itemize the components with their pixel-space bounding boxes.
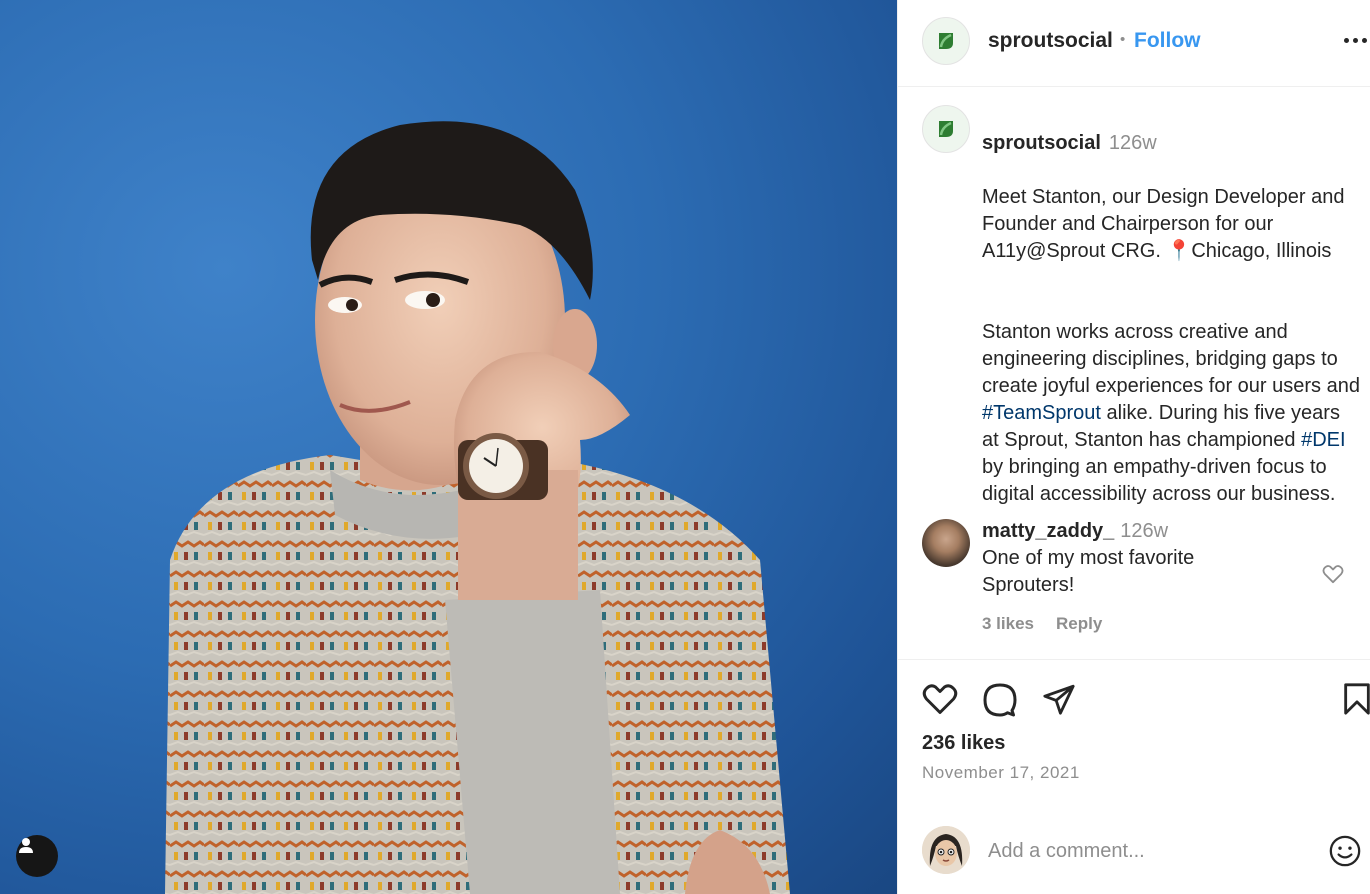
commenter-avatar[interactable] (922, 519, 970, 567)
user-tag-icon (19, 838, 33, 853)
tag-user-button[interactable] (16, 835, 58, 877)
comment-body: One of my most favorite Sprouters! (982, 547, 1195, 596)
paper-plane-icon[interactable] (1042, 682, 1076, 716)
post-side-panel: sproutsocial • Follow sproutsocial 126w M… (897, 0, 1370, 894)
sprout-leaf-icon (939, 121, 953, 137)
follow-button[interactable]: Follow (1134, 29, 1201, 53)
caption-paragraph-part3: by bringing an empathy-driven focus to d… (982, 456, 1336, 505)
caption-timestamp[interactable]: 126w (1109, 132, 1157, 154)
smiley-icon[interactable] (1328, 834, 1362, 868)
bookmark-icon[interactable] (1342, 682, 1370, 716)
current-user-avatar[interactable] (922, 826, 970, 874)
caption-location: Chicago, Illinois (1191, 240, 1332, 262)
hashtag-dei[interactable]: #DEI (1301, 429, 1345, 451)
instagram-post: sproutsocial • Follow sproutsocial 126w M… (0, 0, 1370, 894)
comment-likes[interactable]: 3 likes (982, 614, 1034, 634)
comment-timestamp[interactable]: 126w (1120, 520, 1168, 542)
comment-heart-icon[interactable] (1322, 564, 1344, 584)
commenter-username[interactable]: matty_zaddy_ (982, 520, 1114, 542)
caption-username[interactable]: sproutsocial (982, 132, 1101, 154)
comment-input[interactable] (988, 836, 1308, 866)
post-actions: 236 likes November 17, 2021 (898, 659, 1370, 894)
author-username[interactable]: sproutsocial (988, 29, 1113, 53)
location-pin-icon: 📍 (1166, 240, 1192, 262)
sprout-leaf-icon (939, 33, 953, 49)
comment-text: matty_zaddy_ 126w One of my most favorite… (982, 518, 1232, 599)
heart-icon[interactable] (922, 682, 958, 716)
post-date[interactable]: November 17, 2021 (922, 763, 1080, 783)
separator-dot: • (1120, 31, 1126, 48)
post-photo[interactable] (0, 0, 897, 894)
caption-paragraph-part1: Stanton works across creative and engine… (982, 321, 1360, 397)
comment-meta: 3 likes Reply (982, 614, 1102, 634)
cartoon-avatar-image (922, 826, 970, 874)
comment-reply-button[interactable]: Reply (1056, 614, 1102, 634)
portrait-illustration (165, 121, 790, 894)
more-options-icon[interactable] (1344, 38, 1367, 43)
post-header: sproutsocial • Follow (898, 0, 1370, 87)
hashtag-teamsprout[interactable]: #TeamSprout (982, 402, 1101, 424)
action-icons (922, 682, 1370, 718)
author-avatar[interactable] (922, 17, 970, 65)
add-comment-bar (898, 808, 1370, 894)
comment-item: matty_zaddy_ 126w One of my most favorite… (922, 518, 1370, 638)
comment-bubble-icon[interactable] (982, 682, 1018, 718)
caption-body: sproutsocial 126w Meet Stanton, our Desig… (982, 103, 1362, 508)
post-likes-count[interactable]: 236 likes (922, 732, 1005, 755)
caption-author-avatar[interactable] (922, 105, 970, 153)
